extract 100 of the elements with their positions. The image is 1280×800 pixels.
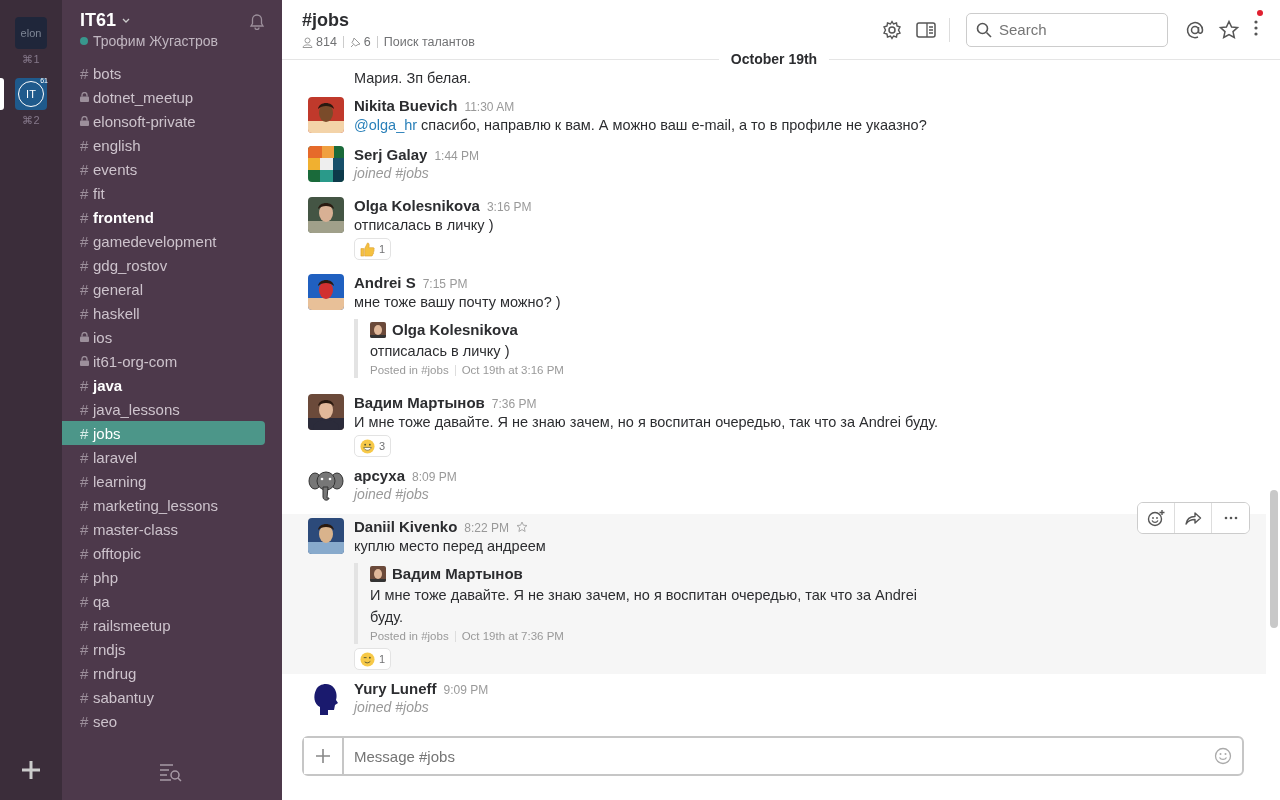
message-text: мне тоже вашу почту можно? ) xyxy=(354,293,562,312)
channel-item[interactable]: # master-class xyxy=(62,517,265,541)
hash-icon: # xyxy=(80,664,93,682)
quoted-author[interactable]: Olga Kolesnikova xyxy=(392,321,518,338)
reaction-button[interactable]: 1 xyxy=(354,238,392,260)
channel-topic[interactable]: Поиск талантов xyxy=(383,35,475,49)
author-name[interactable]: Serj Galay xyxy=(354,146,428,163)
channel-item[interactable]: # english xyxy=(62,133,265,157)
channel-item[interactable]: # java_lessons xyxy=(62,397,265,421)
search-icon[interactable] xyxy=(976,21,992,38)
channel-item[interactable]: # rndrug xyxy=(62,661,265,685)
channel-item[interactable]: ios xyxy=(62,325,265,349)
hash-icon: # xyxy=(80,232,93,250)
join-notice: joined #jobs xyxy=(354,698,430,717)
channel-item[interactable]: # jobs xyxy=(62,421,265,445)
pin-count[interactable]: 6 xyxy=(363,35,371,49)
hash-icon: # xyxy=(80,136,93,154)
channel-item[interactable]: # marketing_lessons xyxy=(62,493,265,517)
hash-icon: # xyxy=(80,712,93,730)
channel-item[interactable]: # java xyxy=(62,373,265,397)
message-text: И мне тоже давайте. Я не знаю зачем, но я воспитан очередью, так что за Andrei буду. xyxy=(354,413,939,432)
hash-icon: # xyxy=(80,472,93,490)
hash-icon: # xyxy=(80,640,93,658)
shortcut-label: ⌘1 xyxy=(22,53,40,66)
star-icon[interactable] xyxy=(1218,18,1240,41)
channel-item[interactable]: # frontend xyxy=(62,205,265,229)
person-icon xyxy=(302,36,313,48)
caret-icon[interactable] xyxy=(122,17,131,24)
quoted-author[interactable]: Вадим Мартынов xyxy=(392,565,523,582)
hash-icon: # xyxy=(80,544,93,562)
join-notice: joined #jobs xyxy=(354,485,430,504)
hash-icon: # xyxy=(80,376,93,394)
reaction-button[interactable]: 1 xyxy=(354,648,392,670)
channel-item[interactable]: # haskell xyxy=(62,301,265,325)
star-icon[interactable] xyxy=(516,520,529,533)
channel-item[interactable]: elonsoft-private xyxy=(62,109,265,133)
grinning-face-icon xyxy=(360,438,375,454)
hash-icon: # xyxy=(80,64,93,82)
channel-item[interactable]: dotnet_meetup xyxy=(62,85,265,109)
author-name[interactable]: Daniil Kivenko xyxy=(354,518,458,535)
channel-item[interactable]: # gdg_rostov xyxy=(62,253,265,277)
channel-item[interactable]: # events xyxy=(62,157,265,181)
plus-icon[interactable] xyxy=(315,748,331,764)
lock-icon xyxy=(80,332,89,342)
hash-icon: # xyxy=(80,184,93,202)
author-name[interactable]: Olga Kolesnikova xyxy=(354,197,480,214)
hash-icon: # xyxy=(80,160,93,178)
team-name[interactable]: IT61 xyxy=(80,10,131,31)
shortcut-label: ⌘2 xyxy=(22,114,40,127)
hash-icon: # xyxy=(80,616,93,634)
channel-title: #jobs xyxy=(302,10,350,31)
hash-icon: # xyxy=(80,448,93,466)
channel-item[interactable]: # laravel xyxy=(62,445,265,469)
selected-indicator xyxy=(0,78,4,110)
channel-item[interactable]: # rndjs xyxy=(62,637,265,661)
quoted-text: отписалась в личку ) xyxy=(370,342,511,361)
message-composer[interactable]: Message #jobs xyxy=(302,736,1244,776)
channel-search-icon[interactable] xyxy=(159,762,183,782)
channel-item[interactable]: # qa xyxy=(62,589,265,613)
hash-icon: # xyxy=(80,280,93,298)
message-text: куплю место перед андреем xyxy=(354,537,547,556)
channel-item[interactable]: # offtopic xyxy=(62,541,265,565)
channel-item[interactable]: # sabantuy xyxy=(62,685,265,709)
bell-icon[interactable] xyxy=(248,12,266,30)
author-name[interactable]: арсуха xyxy=(354,467,406,484)
channel-item[interactable]: # fit xyxy=(62,181,265,205)
channel-item[interactable]: # php xyxy=(62,565,265,589)
author-name[interactable]: Yury Luneff xyxy=(354,680,437,697)
winking-face-icon xyxy=(360,651,375,667)
add-reaction-icon[interactable] xyxy=(1138,503,1175,533)
workspace-button[interactable]: elon xyxy=(15,17,47,49)
member-count[interactable]: 814 xyxy=(316,35,337,49)
channel-item[interactable]: # gamedevelopment xyxy=(62,229,265,253)
hash-icon: # xyxy=(80,424,93,442)
author-name[interactable]: Nikita Buevich xyxy=(354,97,458,114)
channel-item[interactable]: it61-org-com xyxy=(62,349,265,373)
channel-item[interactable]: # railsmeetup xyxy=(62,613,265,637)
author-name[interactable]: Andrei S xyxy=(354,274,416,291)
search-field[interactable]: Search xyxy=(966,12,1168,47)
message-text: отписалась в личку ) xyxy=(354,216,495,235)
scrollbar[interactable] xyxy=(1270,490,1278,628)
author-name[interactable]: Вадим Мартынов xyxy=(354,394,485,411)
message-text: @olga_hr спасибо, направлю к вам. А можно ваш e-mail, а то в профиле не укаазно? xyxy=(354,116,927,135)
mention-link[interactable]: @olga_hr xyxy=(354,117,418,133)
hash-icon: # xyxy=(80,688,93,706)
quoted-text: И мне тоже давайте. Я не знаю зачем, но я воспитан очередью, так что за Andrei буду. xyxy=(370,586,918,627)
lock-icon xyxy=(80,92,89,102)
reaction-button[interactable]: 3 xyxy=(354,435,392,457)
channel-item[interactable]: # seo xyxy=(62,709,265,733)
hash-icon: # xyxy=(80,256,93,274)
user-name: Трофим Жугастров xyxy=(93,33,218,49)
channel-item[interactable]: # general xyxy=(62,277,265,301)
hash-icon: # xyxy=(80,496,93,514)
channel-item[interactable]: # bots xyxy=(62,61,265,85)
settings-icon[interactable] xyxy=(881,18,903,41)
channel-item[interactable]: # learning xyxy=(62,469,265,493)
hash-icon: # xyxy=(80,592,93,610)
message-text: Мария. Зп белая. xyxy=(354,70,472,86)
join-notice: joined #jobs xyxy=(354,164,430,183)
pin-icon xyxy=(349,36,361,48)
